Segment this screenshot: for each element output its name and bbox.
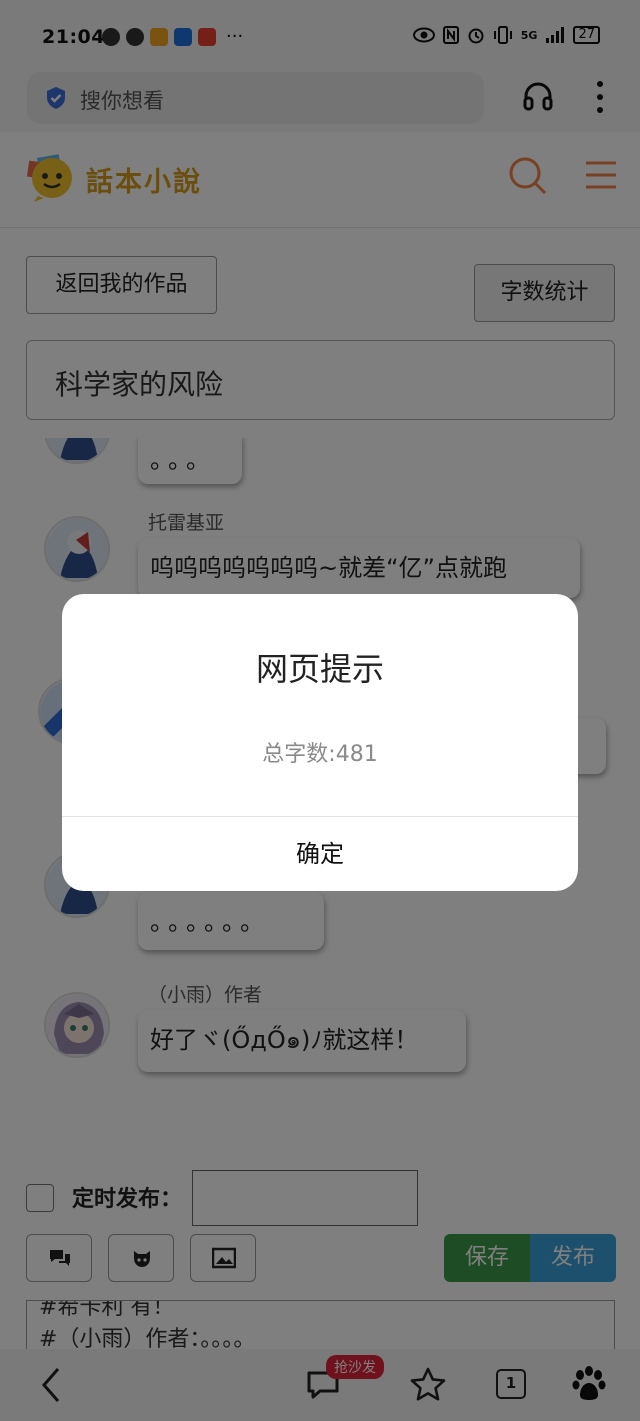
dialog-ok-button[interactable]: 确定 (62, 817, 578, 891)
dialog-title: 网页提示 (255, 650, 384, 688)
dialog-message: 总字数:481 (262, 742, 378, 767)
web-alert-dialog: 网页提示 总字数:481 确定 (62, 594, 578, 891)
